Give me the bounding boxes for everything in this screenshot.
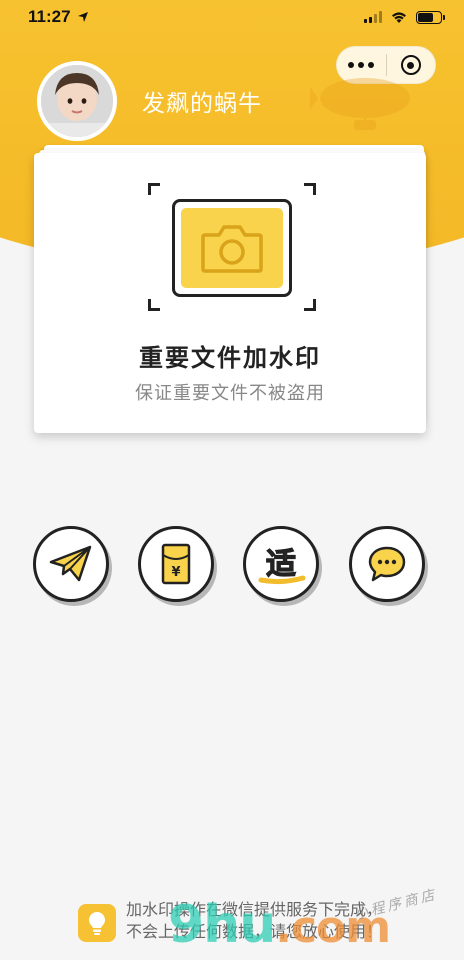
status-bar: 11:27 [0, 0, 464, 34]
status-time-text: 11:27 [28, 7, 71, 26]
svg-text:适: 适 [266, 547, 296, 582]
chat-bubble-icon [368, 546, 406, 582]
frame-corner-bl [148, 299, 160, 311]
camera-icon [201, 225, 263, 273]
frame-corner-tl [148, 183, 160, 195]
tip-line-1: 加水印操作在微信提供服务下完成， [126, 902, 383, 919]
svg-text:¥: ¥ [171, 565, 180, 580]
chat-button[interactable] [349, 526, 425, 602]
red-envelope-yen-icon: ¥ [161, 543, 191, 585]
card-title: 重要文件加水印 [139, 345, 321, 372]
battery-level [418, 12, 434, 22]
battery-icon [416, 10, 445, 24]
photo-box [172, 199, 292, 297]
paper-plane-icon [49, 545, 92, 582]
privacy-tip: 加水印操作在微信提供服务下完成， 不会上传任何数据，请您放心使用！ [78, 900, 398, 950]
calligraphy-shi-icon: 适 [258, 546, 306, 585]
more-dots-icon[interactable] [337, 62, 386, 68]
avatar[interactable] [37, 61, 117, 141]
status-indicators [364, 10, 445, 24]
card-front[interactable]: 重要文件加水印 保证重要文件不被盗用 [34, 153, 426, 433]
tip-text: 加水印操作在微信提供服务下完成， 不会上传任何数据，请您放心使用！ [126, 900, 382, 944]
lightbulb-icon [78, 904, 116, 942]
red-envelope-button[interactable]: ¥ [138, 526, 214, 602]
wifi-icon [392, 11, 406, 23]
username: 发飙的蜗牛 [142, 90, 262, 116]
tip-line-2: 不会上传任何数据，请您放心使用！ [126, 924, 383, 941]
watermark-card[interactable]: 重要文件加水印 保证重要文件不被盗用 [34, 145, 426, 433]
frame-corner-tr [304, 183, 316, 195]
location-arrow-icon [77, 12, 88, 22]
send-button[interactable] [33, 526, 109, 602]
card-subtitle: 保证重要文件不被盗用 [135, 383, 325, 403]
blimp-decoration-icon [310, 78, 410, 130]
photo-box-inner [181, 208, 283, 288]
font-style-button[interactable]: 适 [243, 526, 319, 602]
scan-frame [148, 183, 316, 311]
status-time: 11:27 [28, 7, 89, 27]
cellular-signal-icon [364, 11, 382, 23]
avatar-photo [41, 65, 113, 137]
frame-corner-br [304, 299, 316, 311]
action-buttons: ¥ 适 [0, 526, 464, 606]
